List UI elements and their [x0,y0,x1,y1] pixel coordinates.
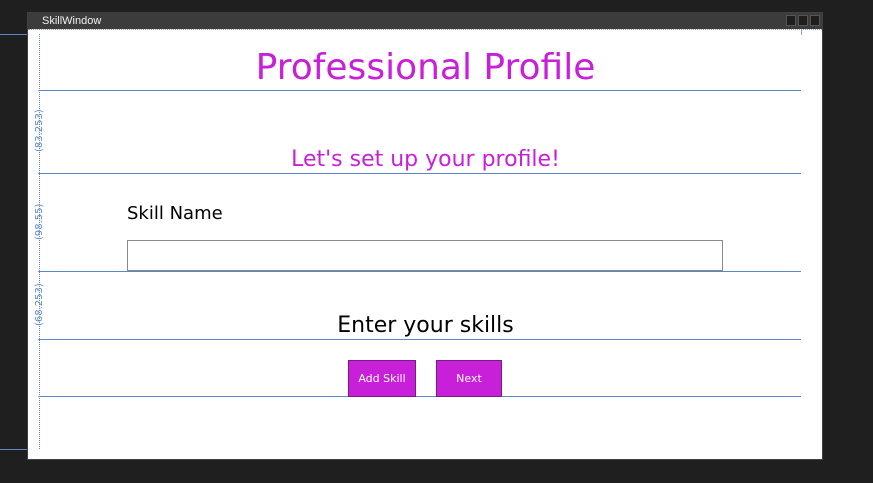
grid-row-guide-3 [36,271,801,272]
next-button[interactable]: Next [436,360,502,397]
window-content-border [28,29,822,30]
skill-name-label: Skill Name [127,203,223,224]
grid-row-ruler [39,34,40,449]
skill-name-input[interactable] [127,240,723,271]
add-skill-button[interactable]: Add Skill [348,360,416,397]
close-button[interactable] [810,15,820,26]
maximize-button[interactable] [798,15,808,26]
window-title: SkillWindow [42,15,102,27]
grid-row-guide-5 [36,396,801,397]
minimize-button[interactable] [786,15,796,26]
right-edge-marker [801,29,802,35]
page-title: Professional Profile [255,47,596,88]
window-titlebar: SkillWindow [28,13,822,29]
row-height-label-2: (98.55) [34,203,45,240]
grid-row-marker-3[interactable] [32,266,39,276]
skills-heading: Enter your skills [337,313,514,338]
page-subtitle: Let's set up your profile! [291,147,560,172]
window-controls [786,15,820,26]
grid-row-marker-5[interactable] [32,391,39,401]
